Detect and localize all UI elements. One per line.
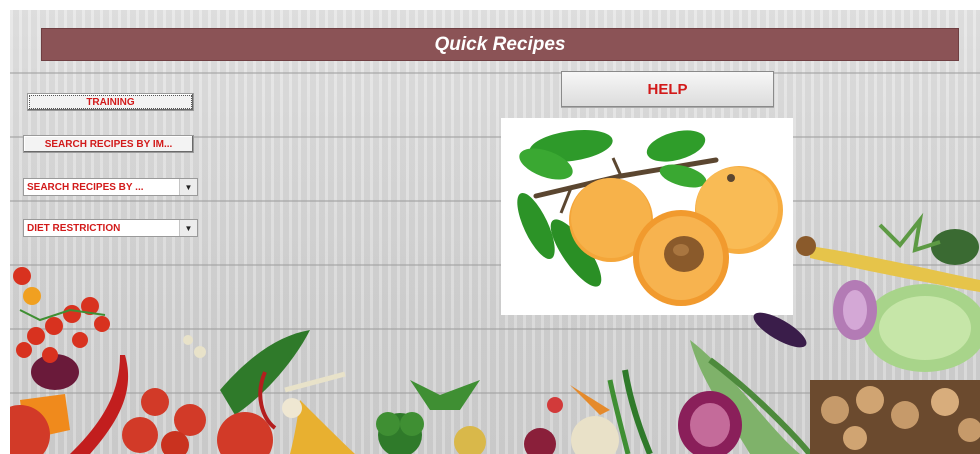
squash-icon	[931, 229, 979, 265]
mushroom-icon	[821, 396, 849, 424]
cherry-tomatoes-icon	[13, 267, 110, 363]
bean-icon	[194, 346, 206, 358]
garlic-icon	[284, 371, 346, 393]
carrot-icon	[570, 385, 610, 415]
herb-icon	[878, 212, 941, 253]
radish-icon	[547, 397, 563, 413]
greens-icon	[410, 380, 480, 410]
eggplant-icon	[753, 312, 807, 348]
beet-icon	[524, 428, 556, 454]
vegetables-border	[10, 212, 980, 454]
potato-icon	[454, 426, 486, 454]
app-window: Quick Recipes TRAINING SEARCH RECIPES BY…	[10, 10, 980, 454]
cauliflower-icon	[571, 416, 619, 454]
